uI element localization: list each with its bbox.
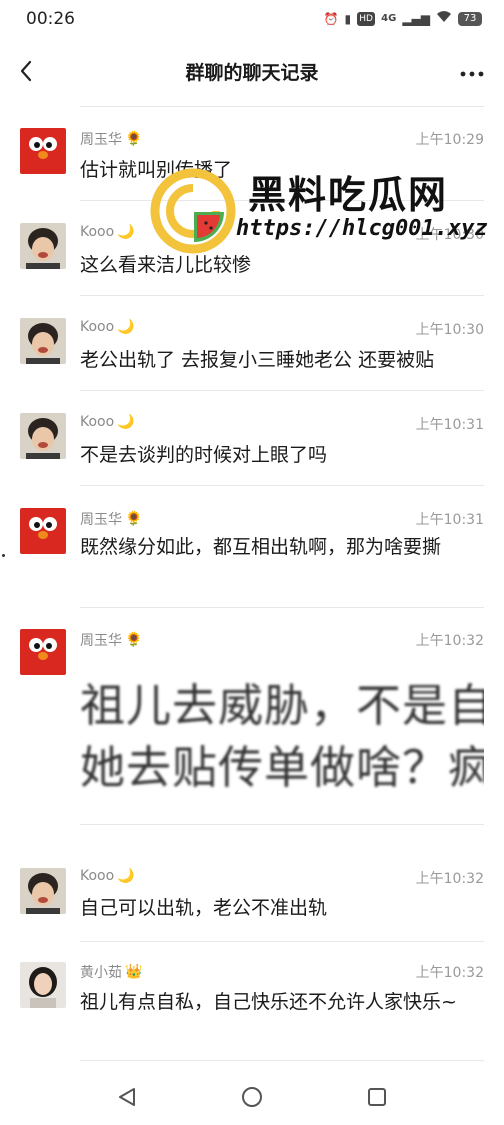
nav-recents-button[interactable] — [362, 1082, 392, 1112]
alarm-icon: ⏰ — [323, 11, 339, 26]
message-image-text[interactable]: 祖儿去威胁，不是自 她去贴传单做啥？疯 — [80, 675, 484, 805]
message-text: 既然缘分如此，都互相出轨啊，那为啥要撕 — [80, 536, 442, 558]
message-divider — [80, 390, 484, 391]
avatar[interactable] — [20, 223, 66, 269]
battery-icon: 73 — [458, 11, 482, 26]
wifi-icon — [436, 10, 452, 27]
avatar[interactable] — [20, 413, 66, 459]
nav-home-button[interactable] — [237, 1082, 267, 1112]
avatar[interactable] — [20, 868, 66, 914]
sender-name: 黄小茹 — [80, 965, 122, 981]
avatar[interactable] — [20, 962, 66, 1008]
sender-name: 周玉华 — [80, 132, 122, 148]
system-nav-bar — [0, 1070, 504, 1125]
sender-name: Kooo — [80, 868, 115, 884]
sender-name: Kooo — [80, 224, 115, 240]
watermark-title: 黑料吃瓜网 — [248, 173, 449, 217]
message-text: 祖儿有点自私，自己快乐还不允许人家快乐~ — [80, 991, 457, 1013]
square-recents-icon — [368, 1088, 386, 1106]
message-time: 上午10:31 — [415, 417, 484, 433]
sender-name: Kooo — [80, 414, 115, 430]
message-item[interactable]: 周玉华 🌻 上午10:31 既然缘分如此，都互相出轨啊，那为啥要撕 — [0, 505, 504, 609]
sunflower-icon: 🌻 — [125, 632, 143, 648]
message-divider — [80, 485, 484, 486]
signal-icon: ▂▄▆ — [402, 11, 430, 26]
message-item[interactable]: Kooo 🌙 上午10:30 老公出轨了 去报复小三睡她老公 还要被贴 — [0, 315, 504, 395]
nav-back-button[interactable] — [112, 1082, 142, 1112]
avatar[interactable] — [20, 318, 66, 364]
page-title: 群聊的聊天记录 — [185, 62, 319, 84]
message-item[interactable]: Kooo 🌙 上午10:31 不是去谈判的时候对上眼了吗 — [0, 410, 504, 490]
more-dots-icon — [460, 71, 484, 77]
message-divider — [80, 295, 484, 296]
network-label: 4G — [381, 12, 397, 24]
sender-name: 周玉华 — [80, 633, 122, 649]
nav-bar: 群聊的聊天记录 — [0, 44, 504, 98]
message-time: 上午10:30 — [415, 322, 484, 338]
message-divider — [80, 1060, 484, 1061]
status-time: 00:26 — [26, 9, 75, 29]
hd-icon: HD — [357, 11, 376, 26]
message-text: 老公出轨了 去报复小三睡她老公 还要被贴 — [80, 349, 435, 371]
message-divider — [80, 824, 484, 825]
status-bar: 00:26 ⏰ ▮ HD 4G ▂▄▆ 73 — [0, 0, 504, 40]
message-time: 上午10:32 — [415, 871, 484, 887]
message-text: 自己可以出轨，老公不准出轨 — [80, 897, 328, 919]
more-options-button[interactable] — [454, 52, 490, 90]
message-image-line-1: 祖儿去威胁，不是自 — [80, 679, 484, 732]
avatar[interactable] — [20, 508, 66, 554]
moon-icon: 🌙 — [117, 319, 135, 335]
moon-icon: 🌙 — [117, 868, 135, 884]
message-time: 上午10:31 — [415, 512, 484, 528]
sender-name: Kooo — [80, 319, 115, 335]
watermark-logo — [150, 168, 236, 254]
message-time: 上午10:32 — [415, 633, 484, 649]
message-time: 上午10:29 — [415, 132, 484, 148]
moon-icon: 🌙 — [117, 414, 135, 430]
message-divider — [80, 607, 484, 608]
message-divider — [80, 941, 484, 942]
sunflower-icon: 🌻 — [125, 511, 143, 527]
message-item[interactable]: Kooo 🌙 上午10:32 自己可以出轨，老公不准出轨 — [0, 866, 504, 946]
sunflower-icon: 🌻 — [125, 131, 143, 147]
triangle-back-icon — [119, 1088, 135, 1106]
moon-icon: 🌙 — [117, 224, 135, 240]
vibrate-icon: ▮ — [344, 11, 352, 26]
sender-name: 周玉华 — [80, 512, 122, 528]
watermark: 黑料吃瓜网 https://hlcg001.xyz — [150, 158, 488, 258]
message-image-line-2: 她去贴传单做啥？疯 — [80, 741, 484, 794]
watermark-url: https://hlcg001.xyz — [236, 216, 488, 241]
message-text: 不是去谈判的时候对上眼了吗 — [80, 444, 328, 466]
crown-icon: 👑 — [125, 964, 143, 980]
status-icons: ⏰ ▮ HD 4G ▂▄▆ 73 — [324, 10, 482, 27]
avatar[interactable] — [20, 629, 66, 675]
avatar[interactable] — [20, 128, 66, 174]
message-item[interactable]: 黄小茹 👑 上午10:32 祖儿有点自私，自己快乐还不允许人家快乐~ — [0, 960, 504, 1064]
circle-home-icon — [242, 1087, 262, 1107]
message-time: 上午10:32 — [415, 965, 484, 981]
header-divider — [80, 106, 484, 107]
